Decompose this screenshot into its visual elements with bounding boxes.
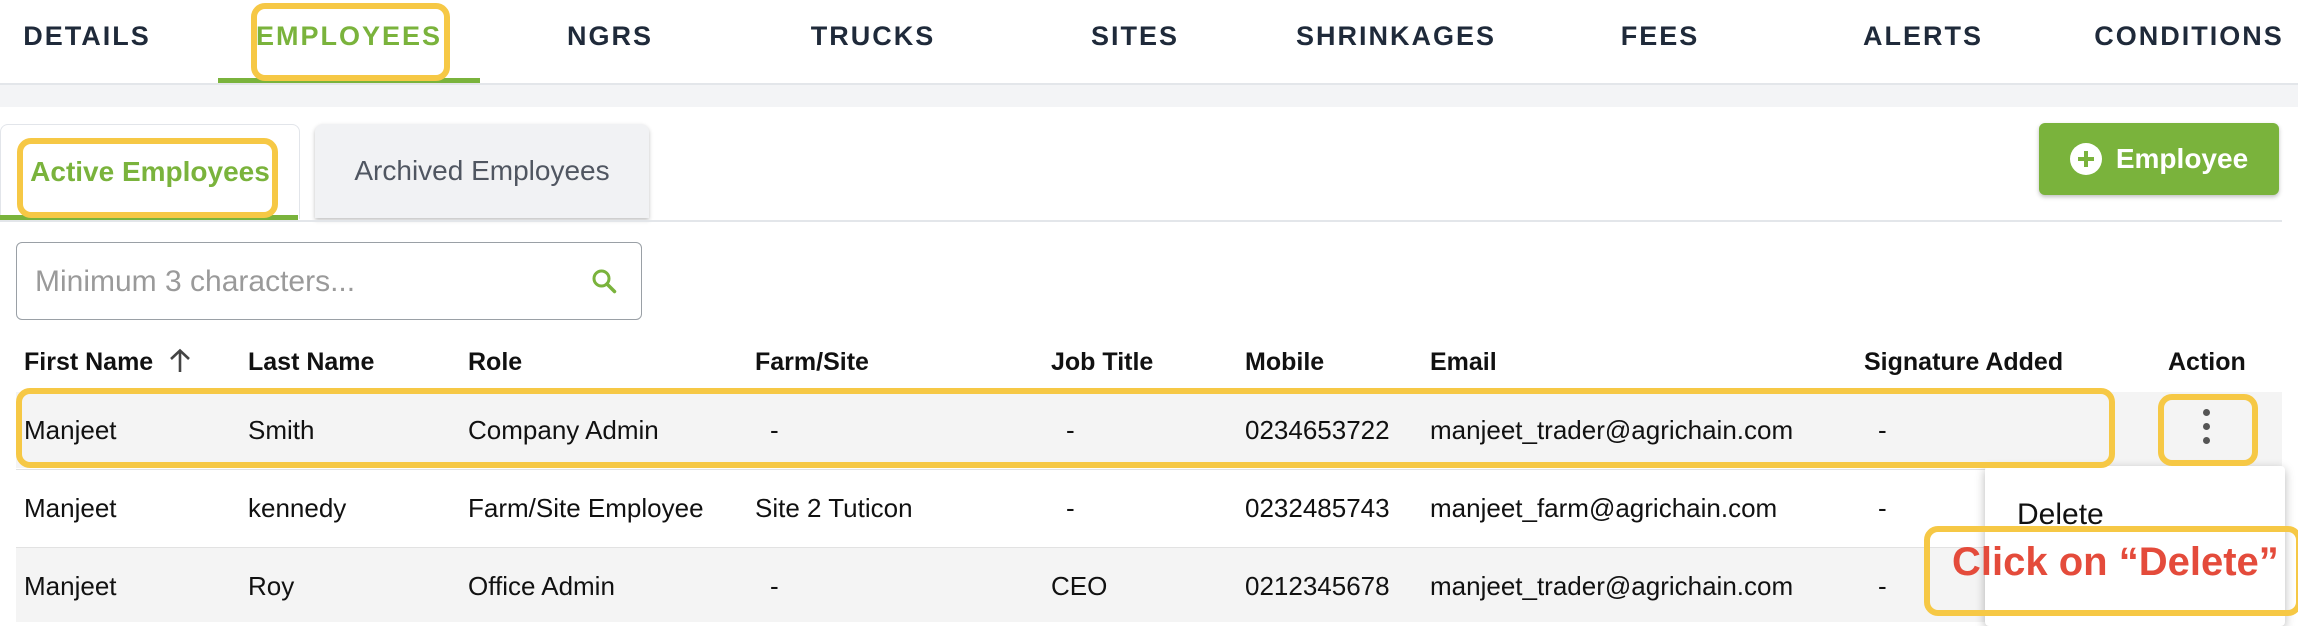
arrow-up-icon[interactable]: [166, 347, 194, 375]
col-role[interactable]: Role: [468, 344, 522, 380]
tab-employees[interactable]: EMPLOYEES: [218, 0, 480, 72]
cell-farm-site: -: [770, 415, 779, 445]
table-row[interactable]: [16, 548, 2282, 622]
cell-mobile: 0212345678: [1245, 571, 1390, 601]
section-gap: [0, 85, 2298, 107]
tab-trucks[interactable]: TRUCKS: [770, 0, 976, 72]
cell-last-name: kennedy: [248, 493, 347, 523]
cell-last-name: Smith: [248, 415, 315, 445]
instruction-callout: Click on “Delete”: [1952, 540, 2279, 584]
tab-archived-employees[interactable]: Archived Employees: [315, 124, 649, 218]
cell-farm-site: -: [770, 571, 779, 601]
cell-mobile: 0234653722: [1245, 415, 1390, 445]
table-row[interactable]: [16, 470, 2282, 546]
tab-alerts[interactable]: ALERTS: [1838, 0, 2008, 72]
search-icon[interactable]: [591, 268, 617, 294]
col-first-name[interactable]: First Name: [24, 344, 153, 380]
col-job-title[interactable]: Job Title: [1051, 344, 1153, 380]
cell-farm-site: Site 2 Tuticon: [755, 493, 913, 523]
cell-email: manjeet_farm@agrichain.com: [1430, 493, 1778, 523]
search-input[interactable]: [33, 257, 577, 307]
cell-first-name: Manjeet: [24, 493, 117, 523]
tab-active-employees[interactable]: Active Employees: [0, 124, 300, 219]
cell-role: Company Admin: [468, 415, 659, 445]
cell-role: Farm/Site Employee: [468, 493, 704, 523]
cell-email: manjeet_trader@agrichain.com: [1430, 415, 1794, 445]
col-farm-site[interactable]: Farm/Site: [755, 344, 869, 380]
col-email[interactable]: Email: [1430, 344, 1497, 380]
tab-sites[interactable]: SITES: [1055, 0, 1215, 72]
col-last-name[interactable]: Last Name: [248, 344, 374, 380]
add-employee-button[interactable]: Employee: [2039, 123, 2279, 195]
cell-job-title: -: [1066, 493, 1075, 523]
cell-first-name: Manjeet: [24, 415, 117, 445]
plus-circle-icon: [2069, 143, 2102, 175]
cell-job-title: -: [1066, 415, 1075, 445]
subtab-divider: [0, 220, 2282, 222]
col-signature-added[interactable]: Signature Added: [1864, 344, 2063, 380]
top-nav: DETAILS EMPLOYEES NGRS TRUCKS SITES SHRI…: [0, 0, 2298, 85]
tab-conditions[interactable]: CONDITIONS: [2080, 0, 2298, 72]
tab-fees[interactable]: FEES: [1600, 0, 1720, 72]
cell-mobile: 0232485743: [1245, 493, 1390, 523]
cell-signature-added: -: [1878, 571, 1887, 601]
tab-details[interactable]: DETAILS: [0, 0, 174, 72]
more-vert-icon[interactable]: [2203, 409, 2211, 451]
menu-item-delete[interactable]: Delete: [2017, 498, 2104, 532]
table-row[interactable]: [16, 392, 2282, 468]
cell-role: Office Admin: [468, 571, 615, 601]
cell-email: manjeet_trader@agrichain.com: [1430, 571, 1794, 601]
add-employee-label: Employee: [2115, 143, 2249, 174]
tab-ngrs[interactable]: NGRS: [520, 0, 700, 72]
cell-first-name: Manjeet: [24, 571, 117, 601]
cell-last-name: Roy: [248, 571, 295, 601]
cell-signature-added: -: [1878, 415, 1887, 445]
col-action: Action: [2168, 348, 2246, 376]
col-mobile[interactable]: Mobile: [1245, 344, 1324, 380]
cell-signature-added: -: [1878, 493, 1887, 523]
cell-job-title: CEO: [1051, 571, 1108, 601]
tab-shrinkages[interactable]: SHRINKAGES: [1290, 0, 1502, 72]
search-box: [16, 242, 642, 320]
